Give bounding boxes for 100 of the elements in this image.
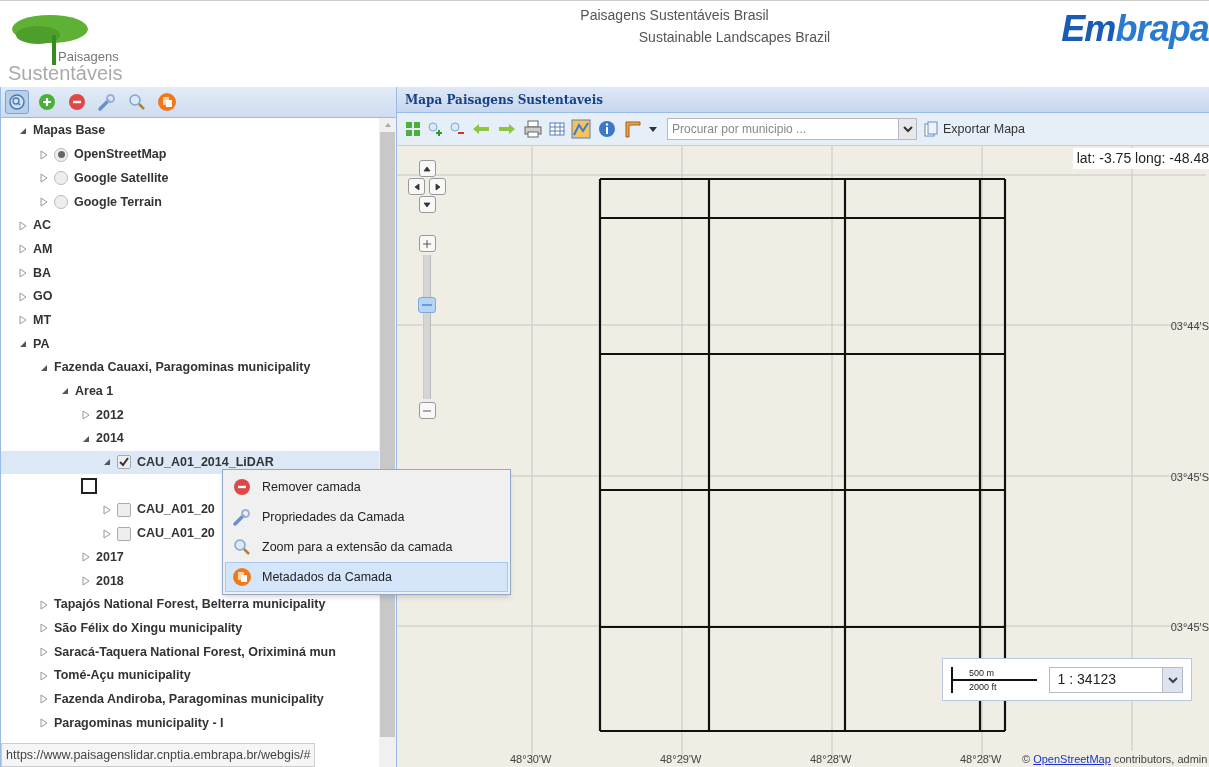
tree-label: AC <box>33 217 52 235</box>
checkbox[interactable] <box>117 502 131 517</box>
scroll-up-icon[interactable] <box>383 121 392 129</box>
expand-arrow-icon[interactable] <box>19 267 27 278</box>
checkbox[interactable] <box>117 526 131 541</box>
tree-row[interactable]: PA <box>1 332 379 356</box>
attribution-link[interactable]: OpenStreetMap <box>1033 752 1111 765</box>
print-icon[interactable] <box>523 119 543 139</box>
tree-row[interactable]: Mapas Base <box>1 119 379 143</box>
expand-arrow-icon[interactable] <box>82 552 90 563</box>
tree-label: CAU_A01_2014_LiDAR <box>137 454 274 472</box>
zoom-in-icon[interactable] <box>427 121 443 137</box>
expand-arrow-icon[interactable] <box>19 220 27 231</box>
tree-row[interactable]: Fazenda Cauaxi, Paragominas municipality <box>1 355 379 380</box>
expand-arrow-icon[interactable] <box>40 623 48 634</box>
expand-arrow-icon[interactable] <box>40 694 48 705</box>
map-icon[interactable] <box>571 119 591 139</box>
tree-row[interactable]: GO <box>1 284 379 309</box>
expand-arrow-icon[interactable] <box>40 599 48 610</box>
dropdown-button[interactable] <box>899 118 917 140</box>
zoom-out-button[interactable] <box>418 402 436 419</box>
pan-down-button[interactable] <box>418 196 436 213</box>
tree-row[interactable]: Google Satellite <box>1 166 379 191</box>
pan-right-button[interactable] <box>429 178 446 195</box>
grid-icon[interactable] <box>405 121 421 137</box>
pan-left-button[interactable] <box>408 178 425 195</box>
tree-label: Paragominas municipality - I <box>54 714 224 732</box>
expand-arrow-icon[interactable] <box>40 196 48 207</box>
remove-icon <box>232 477 252 497</box>
zoom-out-icon[interactable] <box>449 121 465 137</box>
tree-label: Google Terrain <box>74 193 162 211</box>
expand-arrow-icon[interactable] <box>40 173 48 184</box>
radio-button[interactable] <box>54 147 68 162</box>
tree-row[interactable]: Tomé-Açu municipality <box>1 663 379 688</box>
expand-arrow-icon[interactable] <box>103 504 111 515</box>
tree-row[interactable]: Tapajós National Forest, Belterra municipality <box>1 592 379 617</box>
expand-arrow-icon[interactable] <box>40 718 48 729</box>
toolbar-button[interactable] <box>5 90 29 114</box>
tree-label: Saracá-Taquera National Forest, Oriximiná mun <box>54 643 336 661</box>
tree-label: CAU_A01_20 <box>137 501 215 519</box>
tree-label: AM <box>33 240 53 258</box>
checkbox[interactable] <box>117 455 131 470</box>
tree-row[interactable]: AM <box>1 237 379 262</box>
brand-logo: Embrapa <box>1061 11 1209 47</box>
panel-title: Mapa Paisagens Sustentaveis <box>405 91 603 109</box>
caret-icon[interactable] <box>649 125 657 133</box>
tree-row[interactable]: Saracá-Taquera National Forest, Oriximiná mun <box>1 640 379 664</box>
remove-icon <box>67 92 87 112</box>
collapse-arrow-icon[interactable] <box>40 363 48 372</box>
tree-row[interactable]: MT <box>1 308 379 333</box>
back-arrow-icon[interactable] <box>471 121 491 137</box>
export-button[interactable]: Exportar Mapa <box>923 119 1025 139</box>
expand-arrow-icon[interactable] <box>19 291 27 302</box>
scale-select[interactable]: 1 : 34123 <box>1048 666 1183 693</box>
tree-row[interactable]: BA <box>1 261 379 285</box>
checkbox[interactable] <box>81 478 97 495</box>
tree-row[interactable]: 2014 <box>1 426 379 451</box>
collapse-arrow-icon[interactable] <box>82 434 90 443</box>
wrench-icon <box>232 507 252 527</box>
expand-arrow-icon[interactable] <box>40 670 48 681</box>
collapse-arrow-icon[interactable] <box>103 458 111 467</box>
expand-arrow-icon[interactable] <box>40 149 48 160</box>
collapse-arrow-icon[interactable] <box>19 340 27 349</box>
tree-row[interactable]: Paragominas municipality - I <box>1 711 379 735</box>
tree-label: Fazenda Cauaxi, Paragominas municipality <box>54 359 311 377</box>
collapse-arrow-icon[interactable] <box>61 387 69 396</box>
latitude-label: 03°45'S <box>1170 620 1209 635</box>
expand-arrow-icon[interactable] <box>40 646 48 657</box>
pan-up-button[interactable] <box>418 160 436 177</box>
tree-label: 2017 <box>96 548 124 566</box>
expand-arrow-icon[interactable] <box>103 528 111 539</box>
metadata-icon <box>157 92 177 112</box>
search-field[interactable]: Procurar por municipio ... <box>667 118 899 140</box>
collapse-arrow-icon[interactable] <box>19 126 27 135</box>
info-icon[interactable] <box>597 119 617 139</box>
tree-row[interactable]: Fazenda Andiroba, Paragominas municipality <box>1 687 379 712</box>
tree-label: São Félix do Xingu municipality <box>54 619 243 637</box>
toolbar-button[interactable] <box>155 90 179 114</box>
measure-icon[interactable] <box>623 119 643 139</box>
tree-row[interactable]: AC <box>1 213 379 238</box>
radio-button[interactable] <box>54 171 68 186</box>
forward-arrow-icon[interactable] <box>497 121 517 137</box>
site-title: Paisagens Sustentáveis Brasil <box>580 6 769 25</box>
tree-row[interactable]: CAU_A01_2014_LiDAR <box>1 450 379 475</box>
table-icon[interactable] <box>549 121 565 137</box>
menu-item[interactable]: Metadados da Camada <box>225 562 508 592</box>
coordinates-readout: lat: -3.75 long: -48.48 <box>1072 148 1209 169</box>
tree-row[interactable]: Area 1 <box>1 379 379 404</box>
tree-row[interactable]: Google Terrain <box>1 190 379 214</box>
radio-button[interactable] <box>54 194 68 209</box>
expand-arrow-icon[interactable] <box>82 410 90 421</box>
zoom-in-button[interactable] <box>418 235 436 252</box>
longitude-label: 48°28'W <box>960 751 1002 767</box>
expand-arrow-icon[interactable] <box>82 575 90 586</box>
expand-arrow-icon[interactable] <box>19 244 27 255</box>
tree-row[interactable]: São Félix do Xingu municipality <box>1 616 379 641</box>
tree-row[interactable]: 2012 <box>1 403 379 427</box>
down-arrow-icon <box>422 199 432 210</box>
expand-arrow-icon[interactable] <box>19 315 27 326</box>
tree-row[interactable]: OpenStreetMap <box>1 142 379 167</box>
